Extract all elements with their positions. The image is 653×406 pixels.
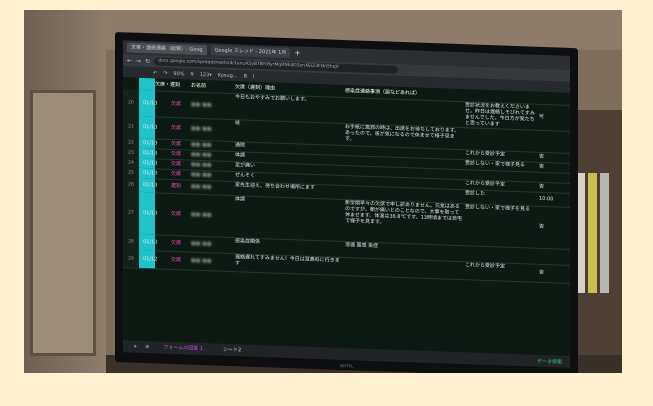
status-cell[interactable]: 欠席 (169, 235, 191, 252)
col-h-cell[interactable] (537, 130, 561, 153)
undo-icon[interactable]: ↶ (153, 70, 157, 76)
door (30, 90, 96, 356)
col-h-cell[interactable]: 10:00 (537, 192, 561, 207)
row-number: 27 (123, 191, 139, 234)
row-number: 24 (123, 157, 139, 168)
date-cell[interactable]: 01/12 (141, 250, 171, 269)
date-cell[interactable]: 01/13 (141, 116, 171, 139)
note-cell[interactable]: 新学期早々の欠席で申し訳ありません。元気はあるのですが、朝が痛いとのことなので、… (343, 199, 463, 245)
redo-icon[interactable]: ↷ (163, 70, 167, 76)
status-cell[interactable]: 欠席 (169, 91, 191, 118)
reason-cell[interactable]: 連絡遅れてすみません！今日は耳鼻科に行きます (233, 253, 343, 275)
forward-icon[interactable]: → (136, 57, 141, 64)
note-cell[interactable] (343, 257, 463, 279)
tab-thread[interactable]: Google スレッド - 2021年 1月 (210, 45, 291, 59)
date-cell[interactable]: 01/13 (141, 234, 171, 251)
col-h-cell[interactable]: 否 (537, 206, 561, 249)
new-tab-button[interactable]: + (294, 48, 301, 58)
date-cell[interactable]: 01/13 (141, 192, 171, 235)
bold-button[interactable]: B (244, 73, 247, 79)
tv-monitor: 文章・連絡連絡（総務）- Goog Google スレッド - 2021年 1月… (115, 32, 578, 373)
add-sheet-button[interactable]: + (133, 344, 137, 350)
row-number: 25 (123, 167, 139, 178)
name-cell-blurred[interactable]: ■■ ■■ (189, 252, 235, 272)
currency-button[interactable]: ¥ (191, 71, 194, 77)
screen: 文章・連絡連絡（総務）- Goog Google スレッド - 2021年 1月… (123, 40, 570, 368)
row-number: 28 (123, 233, 139, 250)
reply-cell[interactable]: 受診状況をお教えくださいませ。昨日は連絡しそびれてすみませんでした。今日方が発た… (463, 101, 539, 130)
all-sheets-button[interactable]: ≡ (145, 344, 149, 350)
row-number: 22 (123, 137, 139, 148)
col-h-cell[interactable]: 可 (537, 104, 561, 131)
col-h-cell[interactable]: 否 (537, 264, 561, 283)
status-cell[interactable]: 欠席 (169, 117, 191, 140)
date-cell[interactable]: 01/13 (141, 90, 171, 117)
tab-spreadsheet[interactable]: 文章・連絡連絡（総務）- Goog (127, 42, 207, 56)
reason-cell[interactable]: 体調 (233, 195, 343, 241)
row-number: 21 (123, 115, 139, 138)
binder (600, 173, 609, 293)
col-h-cell[interactable] (537, 248, 561, 265)
reload-icon[interactable]: ↻ (145, 58, 150, 65)
date-cell[interactable]: 01/13 (141, 178, 171, 193)
status-cell[interactable]: 遅刻 (169, 179, 191, 194)
font-select[interactable]: Kosug... (218, 72, 238, 79)
name-cell-blurred[interactable]: ■■ ■■ (189, 236, 235, 254)
format-select[interactable]: 123▾ (200, 71, 212, 77)
status-cell[interactable]: 欠席 (169, 193, 191, 236)
back-icon[interactable]: ← (127, 57, 132, 64)
row-number: 29 (123, 249, 139, 268)
binder (588, 173, 597, 293)
zoom-select[interactable]: 90% (173, 71, 184, 77)
status-cell[interactable]: 欠席 (169, 251, 191, 270)
name-cell-blurred[interactable]: ■■ ■■ (189, 118, 235, 142)
sheet-tab-responses[interactable]: フォームの回答 1 (157, 343, 209, 353)
row-number: 20 (123, 89, 139, 116)
name-cell-blurred[interactable]: ■■ ■■ (189, 92, 235, 120)
reply-cell[interactable]: 受診しない・家で様子を見る (463, 203, 539, 248)
photo-frame: 文章・連絡連絡（総務）- Goog Google スレッド - 2021年 1月… (24, 10, 622, 373)
italic-button[interactable]: I (253, 73, 254, 79)
monitor-brand: VESTEL (339, 363, 354, 369)
sheet-tab-2[interactable]: シート2 (217, 346, 247, 355)
explore-button[interactable]: データ探索 (537, 357, 562, 365)
reason-cell[interactable]: 今日もおやすみでお願いします。 (233, 93, 343, 123)
reply-cell[interactable]: これから受診予定 (463, 261, 539, 282)
reply-cell[interactable] (463, 127, 539, 152)
row-number: 23 (123, 147, 139, 158)
row-number: 26 (123, 177, 139, 192)
name-cell-blurred[interactable]: ■■ ■■ (189, 194, 235, 238)
sheet-grid: 欠席・遅刻 お名前 欠席（遅刻）理由 感染症連絡事項（届などあれば） 20 01/… (123, 77, 570, 356)
